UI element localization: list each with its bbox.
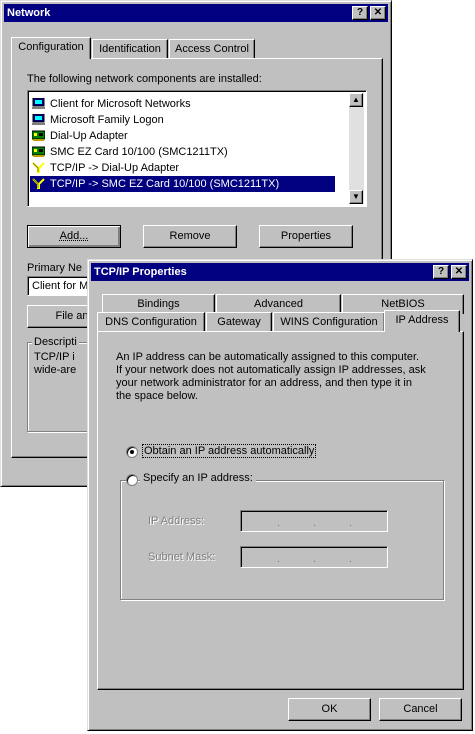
help-button[interactable]: ? [352, 6, 368, 20]
list-item-label: Dial-Up Adapter [50, 130, 128, 142]
tcpip-title: TCP/IP Properties [94, 266, 187, 278]
tab-gateway[interactable]: Gateway [206, 312, 272, 332]
ip-address-field[interactable]: ... [240, 510, 388, 532]
properties-button[interactable]: Properties [259, 225, 353, 248]
remove-button[interactable]: Remove [143, 225, 237, 248]
list-item[interactable]: TCP/IP -> Dial-Up Adapter [30, 160, 335, 176]
list-item-label: Client for Microsoft Networks [50, 98, 191, 110]
subnet-mask-label: Subnet Mask: [148, 551, 216, 563]
protocol-icon [32, 178, 45, 189]
description-label: Descripti [32, 336, 79, 348]
list-item[interactable]: Client for Microsoft Networks [30, 96, 335, 112]
list-item-label: TCP/IP -> Dial-Up Adapter [50, 162, 180, 174]
description-text-2: wide-are [34, 364, 77, 376]
cancel-button[interactable]: Cancel [379, 698, 462, 721]
network-titlebar[interactable]: Network ? ✕ [4, 4, 388, 22]
tab-dns-configuration[interactable]: DNS Configuration [97, 312, 205, 332]
help-button[interactable]: ? [433, 265, 449, 279]
add-button[interactable]: Add... [27, 225, 121, 248]
specify-ip-radio[interactable] [126, 474, 138, 486]
tcpip-dialog: TCP/IP Properties ? ✕ Bindings Advanced … [87, 259, 473, 731]
adapter-icon [31, 146, 46, 157]
ip-info-line-2: If your network does not automatically a… [116, 364, 426, 376]
tab-bindings[interactable]: Bindings [102, 294, 215, 314]
list-item[interactable]: SMC EZ Card 10/100 (SMC1211TX) [30, 144, 335, 160]
specify-ip-group [120, 480, 444, 600]
protocol-icon [32, 162, 45, 173]
tab-configuration[interactable]: Configuration [11, 37, 91, 59]
close-button[interactable]: ✕ [451, 265, 467, 279]
network-title: Network [7, 7, 51, 19]
components-label: The following network components are ins… [27, 73, 262, 85]
primary-network-label: Primary Ne [27, 262, 83, 274]
tab-advanced[interactable]: Advanced [216, 294, 341, 314]
adapter-icon [31, 130, 46, 141]
tab-identification[interactable]: Identification [92, 39, 168, 59]
ok-button[interactable]: OK [288, 698, 371, 721]
close-button[interactable]: ✕ [370, 6, 386, 20]
network-client-icon [32, 113, 45, 125]
network-client-icon [32, 97, 45, 109]
ip-info-line-3: your network administrator for an addres… [116, 377, 412, 389]
obtain-ip-radio[interactable] [126, 446, 138, 458]
list-item[interactable]: TCP/IP -> SMC EZ Card 10/100 (SMC1211TX) [30, 176, 335, 192]
list-item-label: SMC EZ Card 10/100 (SMC1211TX) [50, 146, 228, 158]
scroll-down-icon[interactable]: ▼ [349, 190, 363, 204]
specify-ip-label[interactable]: Specify an IP address: [140, 472, 256, 484]
ip-info-line-1: An IP address can be automatically assig… [116, 351, 420, 363]
tab-wins-configuration[interactable]: WINS Configuration [273, 312, 385, 332]
ip-address-panel: An IP address can be automatically assig… [97, 331, 464, 690]
obtain-ip-label[interactable]: Obtain an IP address automatically [142, 444, 317, 458]
tab-ip-address[interactable]: IP Address [384, 310, 460, 332]
subnet-mask-field[interactable]: ... [240, 546, 388, 568]
tcpip-titlebar[interactable]: TCP/IP Properties ? ✕ [91, 263, 469, 281]
list-item[interactable]: Dial-Up Adapter [30, 128, 335, 144]
list-item-label: Microsoft Family Logon [50, 114, 164, 126]
list-item[interactable]: Microsoft Family Logon [30, 112, 335, 128]
ip-address-label: IP Address: [148, 515, 205, 527]
scroll-up-icon[interactable]: ▲ [349, 93, 363, 107]
tab-access-control[interactable]: Access Control [169, 39, 255, 59]
components-list[interactable]: Client for Microsoft Networks Microsoft F… [27, 90, 367, 207]
components-scrollbar[interactable]: ▲ ▼ [349, 93, 364, 204]
components-items: Client for Microsoft Networks Microsoft F… [30, 96, 335, 192]
list-item-label: TCP/IP -> SMC EZ Card 10/100 (SMC1211TX) [50, 178, 280, 190]
ip-info-line-4: the space below. [116, 390, 198, 402]
description-text-1: TCP/IP i [34, 351, 75, 363]
